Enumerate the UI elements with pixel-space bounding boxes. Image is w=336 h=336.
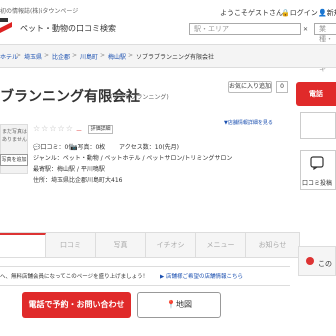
add-photo-button[interactable]: 写真を追加する bbox=[0, 154, 28, 166]
close-icon[interactable]: ✕ bbox=[303, 26, 308, 33]
shop-genre: ジャンル：ペット・動物 / ペットホテル / ペットサロン/トリミングサロン bbox=[33, 155, 233, 162]
rating-value: ー bbox=[76, 128, 83, 135]
shop-detail-link[interactable]: ▼店舗情報詳細を見る bbox=[224, 119, 273, 126]
breadcrumb-sep: > bbox=[16, 52, 22, 59]
add-favorite-button[interactable]: お気に入り追加 bbox=[228, 81, 272, 93]
tab-news[interactable]: お知らせ bbox=[246, 233, 300, 257]
login-link[interactable]: 🔒ログイン bbox=[281, 8, 318, 18]
register-icon: 👤 bbox=[318, 9, 327, 17]
photo-text: まだ写真は bbox=[2, 129, 28, 135]
search-keyword-input[interactable]: 業種・店名・キ bbox=[314, 23, 336, 73]
breadcrumb-item[interactable]: 川島町 bbox=[80, 52, 98, 61]
tab-recommend[interactable]: イチオシ bbox=[146, 233, 196, 257]
shop-address: 住所：埼玉県比企郡川島町大416 bbox=[33, 177, 123, 184]
side-box[interactable] bbox=[300, 112, 336, 139]
tab-photos[interactable]: 写真 bbox=[96, 233, 146, 257]
call-side-button[interactable]: 電話 bbox=[296, 82, 336, 106]
rating-stars: ☆☆☆☆☆ bbox=[33, 124, 74, 133]
notice-text: へ、無料店舗会員になってこのページを盛り上げましょう！ bbox=[0, 274, 149, 280]
right-panel-title: この bbox=[318, 260, 332, 268]
breadcrumb-sep: > bbox=[128, 52, 134, 59]
tab-top[interactable] bbox=[0, 233, 46, 257]
rating-detail-button[interactable]: 評価詳細 bbox=[88, 125, 113, 134]
review-post-icon bbox=[310, 156, 324, 170]
tab-bar: 口コミ 写真 イチオシ メニュー お知らせ bbox=[0, 232, 300, 258]
login-label: ログイン bbox=[289, 9, 318, 17]
breadcrumb-sep: > bbox=[100, 52, 106, 59]
register-link[interactable]: 👤新規 bbox=[318, 8, 336, 18]
access-count: アクセス数：10(先月) bbox=[119, 144, 180, 151]
notice-link[interactable]: ▶ 店舗様ご希望の店舗情報こちら bbox=[160, 272, 243, 280]
review-post-label: 口コミ投稿 bbox=[302, 180, 333, 187]
header-tagline: 初の情報誌(株)iタウンページ bbox=[0, 8, 79, 15]
breadcrumb-current: ソブラブランニング有限会社 bbox=[136, 54, 215, 61]
breadcrumb-item[interactable]: 埼玉県 bbox=[24, 52, 42, 61]
shop-station: 最寄駅：梅山駅 / 平川鳴駅 bbox=[33, 166, 105, 173]
breadcrumb-sep: > bbox=[44, 52, 50, 59]
favorite-count: 0 bbox=[276, 81, 288, 93]
breadcrumb-item[interactable]: 梅山駅 bbox=[108, 52, 126, 61]
photo-text: ありません bbox=[2, 137, 27, 143]
site-title[interactable]: ペット・動物の口コミ検索 bbox=[20, 23, 116, 34]
review-count: 💬口コミ：0件 bbox=[33, 144, 75, 151]
breadcrumb-sep: > bbox=[72, 52, 78, 59]
breadcrumb-item[interactable]: 比企郡 bbox=[52, 52, 70, 61]
login-icon: 🔒 bbox=[281, 9, 290, 17]
site-logo-icon[interactable] bbox=[0, 18, 12, 36]
panel-marker-icon bbox=[306, 257, 314, 265]
tab-menu[interactable]: メニュー bbox=[196, 233, 246, 257]
tab-reviews[interactable]: 口コミ bbox=[46, 233, 96, 257]
call-reserve-button[interactable]: 電話で予約・お問い合わせ bbox=[22, 292, 131, 318]
map-button[interactable]: 📍地図 bbox=[137, 292, 221, 318]
welcome-text: ようこそゲストさん bbox=[220, 9, 283, 17]
map-pin-icon: 📍 bbox=[166, 300, 176, 309]
search-area-input[interactable]: 駅・エリア bbox=[189, 23, 301, 35]
shop-kana: (ソブラブランニング) bbox=[110, 94, 169, 101]
register-label: 新規 bbox=[326, 9, 336, 17]
photo-count: 📷写真：0枚 bbox=[70, 144, 106, 151]
map-label: 地図 bbox=[175, 300, 192, 309]
